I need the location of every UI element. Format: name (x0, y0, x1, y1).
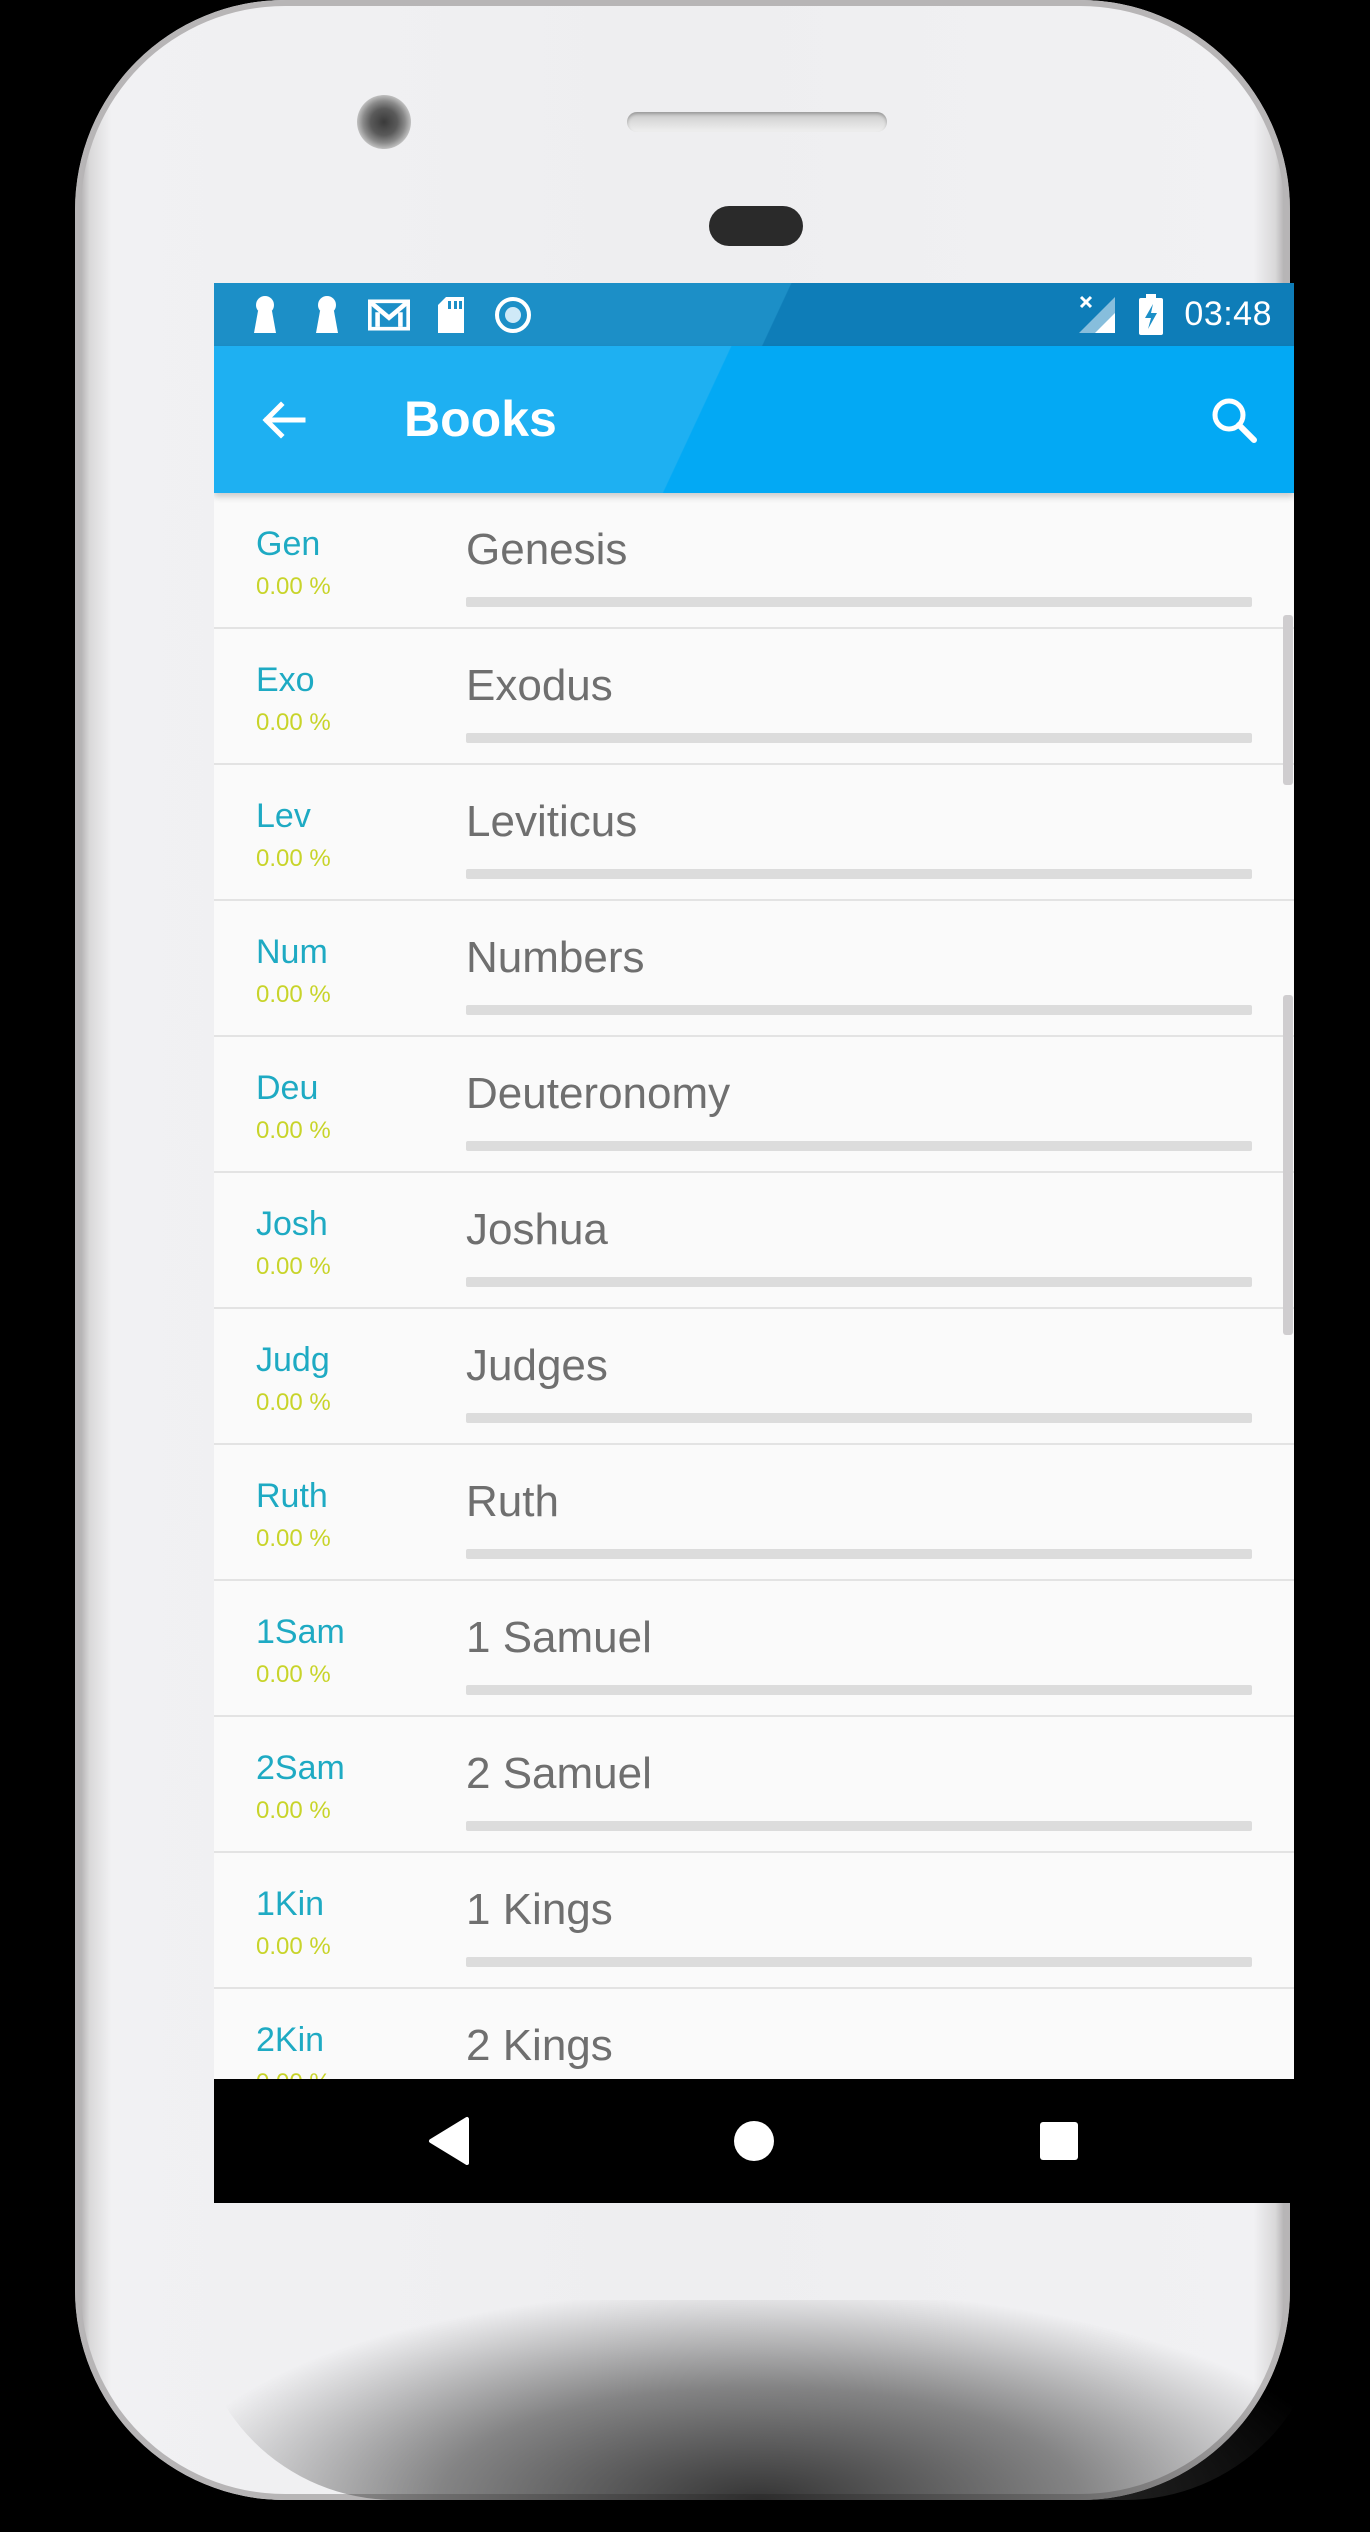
book-abbreviation: 2Kin (256, 2021, 325, 2059)
book-row-numbers[interactable]: Num 0.00 % Numbers (214, 901, 1294, 1037)
book-row-judges[interactable]: Judg 0.00 % Judges (214, 1309, 1294, 1445)
page-title: Books (404, 391, 557, 447)
book-row-leviticus[interactable]: Lev 0.00 % Leviticus (214, 765, 1294, 901)
record-icon (492, 295, 534, 335)
book-abbreviation: Gen (256, 525, 321, 563)
book-abbreviation: 1Kin (256, 1885, 325, 1923)
book-progress-percent: 0.00 % (256, 1389, 331, 1416)
back-button[interactable] (254, 390, 314, 450)
book-progress-percent: 0.00 % (256, 1933, 331, 1960)
book-progress-percent: 0.00 % (256, 573, 331, 600)
book-name: Ruth (466, 1477, 559, 1526)
keyhole-icon (244, 295, 286, 335)
power-button[interactable] (1283, 995, 1293, 1335)
book-row-deuteronomy[interactable]: Deu 0.00 % Deuteronomy (214, 1037, 1294, 1173)
book-row-genesis[interactable]: Gen 0.00 % Genesis (214, 493, 1294, 629)
keyhole-icon (306, 295, 348, 335)
book-progress-bar (466, 597, 1252, 607)
book-row-joshua[interactable]: Josh 0.00 % Joshua (214, 1173, 1294, 1309)
book-progress-percent: 0.00 % (256, 981, 331, 1008)
phone-frame: 03:48 Books Gen 0.00 % Genesis Exo 0.00 … (75, 0, 1325, 2500)
book-row-1-samuel[interactable]: 1Sam 0.00 % 1 Samuel (214, 1581, 1294, 1717)
book-name: 1 Samuel (466, 1613, 652, 1662)
status-bar-time: 03:48 (1184, 295, 1272, 333)
book-name: Genesis (466, 525, 628, 574)
book-progress-bar (466, 1549, 1252, 1559)
book-progress-percent: 0.00 % (256, 1661, 331, 1688)
signal-no-service-icon (1076, 295, 1118, 335)
proximity-sensor (709, 206, 803, 246)
book-row-2-samuel[interactable]: 2Sam 0.00 % 2 Samuel (214, 1717, 1294, 1853)
book-progress-bar (466, 1957, 1252, 1967)
volume-button[interactable] (1283, 615, 1293, 785)
phone-shadow (195, 2300, 1325, 2500)
book-progress-bar (466, 1821, 1252, 1831)
book-progress-bar (466, 733, 1252, 743)
nav-back-icon (429, 2117, 469, 2165)
book-abbreviation: Exo (256, 661, 315, 699)
book-list[interactable]: Gen 0.00 % Genesis Exo 0.00 % Exodus Lev… (214, 493, 1294, 2079)
sd-card-icon (430, 295, 472, 335)
system-navigation-bar (214, 2079, 1294, 2203)
book-progress-bar (466, 1005, 1252, 1015)
book-row-1-kings[interactable]: 1Kin 0.00 % 1 Kings (214, 1853, 1294, 1989)
book-abbreviation: Josh (256, 1205, 328, 1243)
book-progress-bar (466, 1685, 1252, 1695)
arrow-left-icon (262, 401, 306, 439)
book-progress-bar (466, 1141, 1252, 1151)
book-progress-percent: 0.00 % (256, 845, 331, 872)
book-progress-percent: 0.00 % (256, 1797, 331, 1824)
status-bar-notification-icons (244, 295, 534, 335)
nav-recents-icon (1040, 2122, 1078, 2160)
book-name: 2 Kings (466, 2021, 613, 2070)
book-progress-percent: 0.00 % (256, 709, 331, 736)
battery-charging-icon (1136, 293, 1166, 335)
status-bar: 03:48 (214, 283, 1294, 346)
gmail-icon (368, 295, 410, 335)
front-camera (357, 95, 411, 149)
book-abbreviation: Num (256, 933, 328, 971)
book-name: Deuteronomy (466, 1069, 731, 1118)
search-button[interactable] (1204, 390, 1264, 450)
book-progress-percent: 0.00 % (256, 1117, 331, 1144)
nav-back-button[interactable] (419, 2111, 479, 2171)
book-progress-percent: 0.00 % (256, 2069, 331, 2079)
book-abbreviation: 1Sam (256, 1613, 345, 1651)
book-progress-percent: 0.00 % (256, 1253, 331, 1280)
book-abbreviation: 2Sam (256, 1749, 345, 1787)
book-abbreviation: Lev (256, 797, 311, 835)
book-name: 2 Samuel (466, 1749, 652, 1798)
app-bar: Books (214, 346, 1294, 493)
nav-recents-button[interactable] (1029, 2111, 1089, 2171)
book-row-ruth[interactable]: Ruth 0.00 % Ruth (214, 1445, 1294, 1581)
nav-home-icon (734, 2121, 774, 2161)
nav-home-button[interactable] (724, 2111, 784, 2171)
status-bar-system-icons: 03:48 (1076, 283, 1272, 346)
book-abbreviation: Deu (256, 1069, 319, 1107)
book-name: Numbers (466, 933, 645, 982)
book-progress-bar (466, 1277, 1252, 1287)
book-abbreviation: Judg (256, 1341, 330, 1379)
book-row-2-kings[interactable]: 2Kin 0.00 % 2 Kings (214, 1989, 1294, 2079)
book-progress-percent: 0.00 % (256, 1525, 331, 1552)
book-row-exodus[interactable]: Exo 0.00 % Exodus (214, 629, 1294, 765)
book-name: Exodus (466, 661, 613, 710)
screen: 03:48 Books Gen 0.00 % Genesis Exo 0.00 … (214, 283, 1294, 2203)
book-progress-bar (466, 869, 1252, 879)
search-icon (1212, 398, 1257, 443)
book-name: Joshua (466, 1205, 608, 1254)
book-name: 1 Kings (466, 1885, 613, 1934)
book-progress-bar (466, 1413, 1252, 1423)
book-name: Leviticus (466, 797, 638, 846)
book-abbreviation: Ruth (256, 1477, 328, 1515)
earpiece-speaker (627, 112, 887, 132)
book-name: Judges (466, 1341, 608, 1390)
